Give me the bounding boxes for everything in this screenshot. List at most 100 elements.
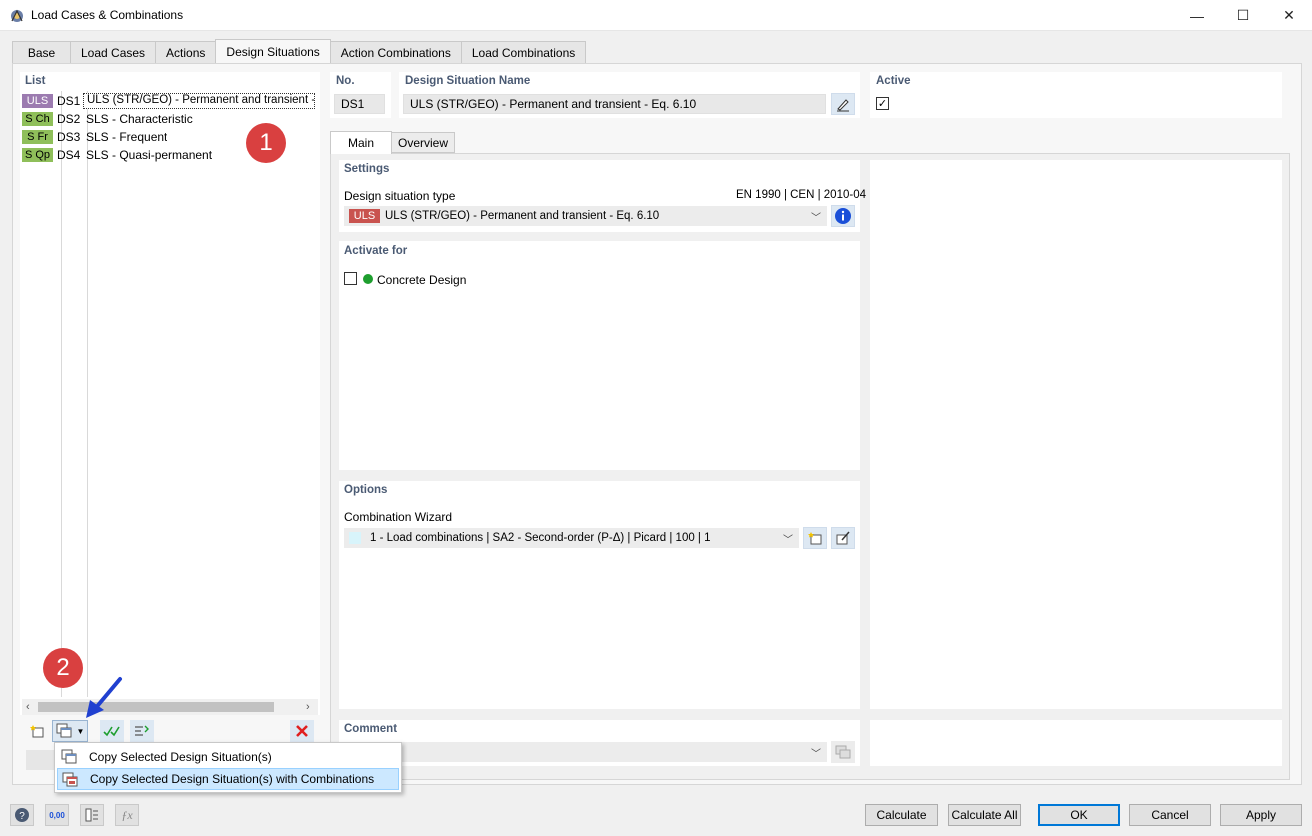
callout-1: 1	[246, 123, 286, 163]
units-icon: 0,00	[49, 810, 65, 820]
help-icon: ?	[15, 808, 29, 822]
copy-dropdown-button[interactable]: ▼	[52, 720, 88, 742]
design-situation-type-select[interactable]: ULS ULS (STR/GEO) - Permanent and transi…	[344, 206, 827, 226]
comment-select[interactable]: ﹀	[344, 742, 827, 762]
chevron-down-icon: ▼	[76, 726, 85, 736]
tab-overview[interactable]: Overview	[391, 132, 455, 153]
help-button[interactable]: ?	[10, 804, 34, 826]
list-panel	[20, 72, 320, 715]
close-button[interactable]: ✕	[1266, 0, 1312, 31]
new-wizard-button[interactable]	[803, 527, 827, 549]
window-title: Load Cases & Combinations	[31, 8, 184, 22]
list-item-ds1[interactable]: ULS DS1 ULS (STR/GEO) - Permanent and tr…	[22, 92, 319, 110]
tab-load-cases[interactable]: Load Cases	[70, 41, 157, 63]
minimize-button[interactable]: —	[1174, 0, 1220, 31]
list-header: List	[25, 75, 46, 87]
callout-2: 2	[43, 648, 83, 688]
tab-action-combinations[interactable]: Action Combinations	[329, 41, 462, 63]
sch-badge: S Ch	[22, 112, 53, 126]
no-header: No.	[336, 75, 355, 87]
scroll-thumb[interactable]	[38, 702, 274, 712]
ok-button[interactable]: OK	[1038, 804, 1120, 826]
design-situation-type-label: Design situation type	[344, 189, 456, 203]
list-item-no: DS3	[57, 130, 81, 144]
settings-header: Settings	[344, 163, 390, 175]
new-item-icon	[808, 532, 822, 545]
check-all-button[interactable]	[100, 720, 124, 742]
name-field[interactable]: ULS (STR/GEO) - Permanent and transient …	[403, 94, 826, 114]
active-header: Active	[876, 75, 911, 87]
apply-button[interactable]: Apply	[1220, 804, 1302, 826]
list-item-label: SLS - Quasi-permanent	[86, 148, 213, 162]
combination-wizard-value: 1 - Load combinations | SA2 - Second-ord…	[370, 532, 711, 544]
tab-actions[interactable]: Actions	[155, 41, 217, 63]
copy-dropdown-menu: Copy Selected Design Situation(s) Copy S…	[54, 742, 402, 793]
new-design-situation-button[interactable]	[26, 720, 48, 742]
concrete-design-checkbox[interactable]	[344, 272, 357, 285]
tab-load-combinations[interactable]: Load Combinations	[460, 41, 587, 63]
info-button[interactable]	[831, 205, 855, 227]
delete-button[interactable]	[290, 720, 314, 742]
copy-icon	[61, 749, 77, 764]
renumber-icon	[135, 725, 149, 736]
list-item-label: ULS (STR/GEO) - Permanent and transient …	[83, 93, 315, 109]
info-panel-button[interactable]	[80, 804, 104, 826]
scroll-left-icon[interactable]: ‹	[26, 701, 30, 713]
comment-header: Comment	[344, 723, 398, 735]
pointer-arrow-icon	[86, 677, 122, 718]
preview-panel	[870, 160, 1282, 709]
chevron-down-icon: ﹀	[811, 749, 821, 760]
wizard-color-swatch	[349, 532, 361, 544]
chevron-down-icon: ﹀	[811, 213, 821, 224]
uls-badge: ULS	[22, 94, 53, 108]
edit-name-button[interactable]	[831, 93, 855, 115]
info-icon	[835, 208, 851, 224]
list-item-no: DS4	[57, 148, 81, 162]
list-column-divider	[87, 91, 88, 697]
menu-item-copy-selected-with-combinations[interactable]: Copy Selected Design Situation(s) with C…	[57, 768, 399, 790]
units-button[interactable]: 0,00	[45, 804, 69, 826]
maximize-button[interactable]: ☐	[1220, 0, 1266, 31]
calculate-all-button[interactable]: Calculate All	[948, 804, 1021, 826]
renumber-button[interactable]	[130, 720, 154, 742]
delete-icon	[296, 725, 308, 737]
active-panel	[870, 72, 1282, 118]
edit-wizard-button[interactable]	[831, 527, 855, 549]
name-header: Design Situation Name	[405, 75, 531, 87]
check-all-icon	[103, 726, 120, 737]
copy-with-combinations-icon	[62, 772, 78, 787]
comment-library-button[interactable]	[831, 741, 855, 763]
main-tabs: Base Load Cases Actions Design Situation…	[12, 39, 587, 63]
comment-library-icon	[835, 745, 851, 759]
activate-for-header: Activate for	[344, 245, 408, 257]
list-column-divider	[61, 91, 62, 697]
combination-wizard-label: Combination Wizard	[344, 510, 453, 524]
menu-item-label: Copy Selected Design Situation(s) with C…	[90, 772, 375, 786]
tab-base[interactable]: Base	[12, 41, 71, 63]
combination-wizard-select[interactable]: 1 - Load combinations | SA2 - Second-ord…	[344, 528, 799, 548]
tab-design-situations[interactable]: Design Situations	[215, 39, 331, 63]
svg-text:?: ?	[19, 811, 25, 822]
no-field[interactable]: DS1	[334, 94, 385, 114]
cancel-button[interactable]: Cancel	[1129, 804, 1211, 826]
formula-icon: ƒx	[121, 807, 133, 822]
details-icon	[85, 808, 98, 822]
app-icon	[11, 9, 23, 22]
title-bar: Load Cases & Combinations — ☐ ✕	[0, 0, 1312, 31]
options-header: Options	[344, 484, 388, 496]
standard-label: EN 1990 | CEN | 2010-04	[736, 189, 866, 201]
list-horizontal-scrollbar[interactable]: ‹ ›	[22, 699, 318, 715]
formula-button[interactable]: ƒx	[115, 804, 139, 826]
sqp-badge: S Qp	[22, 148, 53, 162]
concrete-design-label: Concrete Design	[377, 273, 467, 287]
comment-side-panel	[870, 720, 1282, 766]
edit-icon	[837, 99, 849, 112]
scroll-right-icon[interactable]: ›	[306, 701, 310, 713]
tab-main[interactable]: Main	[330, 131, 392, 154]
edit-wizard-icon	[836, 531, 850, 545]
menu-item-copy-selected[interactable]: Copy Selected Design Situation(s)	[57, 746, 399, 768]
copy-icon	[56, 723, 72, 738]
uls-type-badge: ULS	[349, 209, 380, 223]
calculate-button[interactable]: Calculate	[865, 804, 938, 826]
active-checkbox[interactable]: ✓	[876, 97, 889, 110]
